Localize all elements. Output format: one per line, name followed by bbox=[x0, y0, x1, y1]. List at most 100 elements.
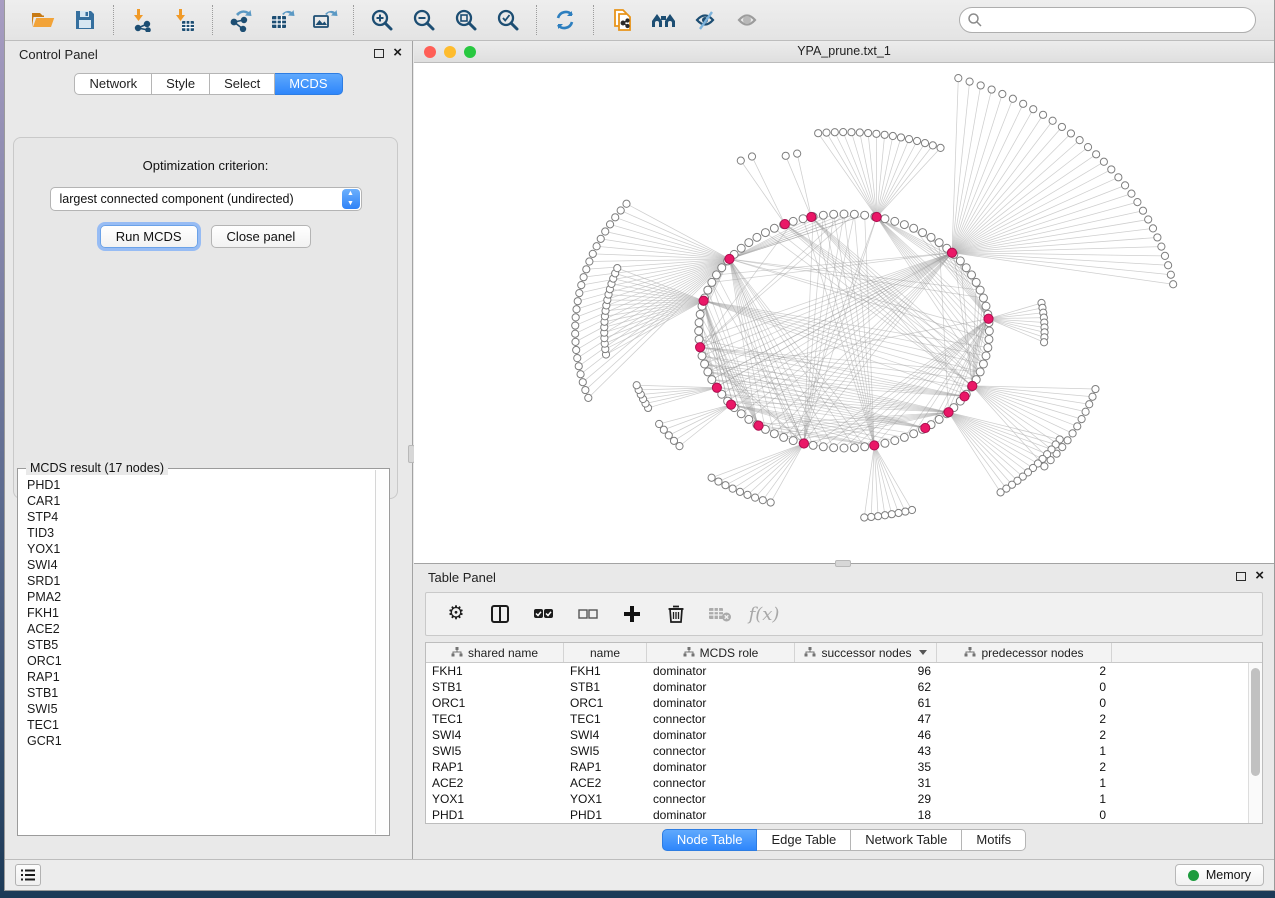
column-header-MCDS-role[interactable]: MCDS role bbox=[647, 643, 795, 662]
table-cell[interactable]: dominator bbox=[647, 696, 795, 710]
tab-select[interactable]: Select bbox=[210, 73, 275, 95]
optimization-select[interactable]: largest connected component (undirected)… bbox=[50, 187, 362, 211]
table-row[interactable]: TEC1TEC1connector472 bbox=[426, 711, 1248, 727]
table-cell[interactable]: dominator bbox=[647, 808, 795, 822]
table-cell[interactable]: ORC1 bbox=[564, 696, 647, 710]
mcds-result-item[interactable]: ORC1 bbox=[22, 653, 373, 669]
tab-network[interactable]: Network bbox=[74, 73, 152, 95]
mcds-result-item[interactable]: CAR1 bbox=[22, 493, 373, 509]
first-neighbors-button[interactable] bbox=[650, 6, 678, 34]
table-cell[interactable]: ACE2 bbox=[426, 776, 564, 790]
zoom-fit-button[interactable] bbox=[452, 6, 480, 34]
table-cell[interactable]: SWI4 bbox=[564, 728, 647, 742]
tab-edge-table[interactable]: Edge Table bbox=[757, 829, 851, 851]
mcds-result-item[interactable]: PHD1 bbox=[22, 477, 373, 493]
task-history-button[interactable] bbox=[15, 864, 41, 886]
table-cell[interactable]: 62 bbox=[795, 680, 937, 694]
table-cell[interactable]: RAP1 bbox=[426, 760, 564, 774]
mcds-result-item[interactable]: TID3 bbox=[22, 525, 373, 541]
mcds-result-item[interactable]: SWI5 bbox=[22, 701, 373, 717]
table-cell[interactable]: ORC1 bbox=[426, 696, 564, 710]
tab-motifs[interactable]: Motifs bbox=[962, 829, 1026, 851]
import-network-button[interactable] bbox=[128, 6, 156, 34]
mcds-result-item[interactable]: STB5 bbox=[22, 637, 373, 653]
float-table-panel-icon[interactable] bbox=[1236, 572, 1246, 581]
table-row[interactable]: ORC1ORC1dominator610 bbox=[426, 695, 1248, 711]
table-cell[interactable]: 1 bbox=[937, 776, 1112, 790]
close-panel-button[interactable]: Close panel bbox=[211, 225, 312, 248]
table-cell[interactable]: 0 bbox=[937, 696, 1112, 710]
export-network-button[interactable] bbox=[227, 6, 255, 34]
table-row[interactable]: SWI4SWI4dominator462 bbox=[426, 727, 1248, 743]
table-cell[interactable]: 18 bbox=[795, 808, 937, 822]
clone-network-button[interactable] bbox=[608, 6, 636, 34]
table-cell[interactable]: dominator bbox=[647, 760, 795, 774]
table-cell[interactable]: 2 bbox=[937, 712, 1112, 726]
select-all-columns-icon[interactable] bbox=[532, 602, 556, 626]
tab-mcds[interactable]: MCDS bbox=[275, 73, 342, 95]
mcds-result-item[interactable]: RAP1 bbox=[22, 669, 373, 685]
show-all-button[interactable] bbox=[734, 6, 762, 34]
network-canvas[interactable] bbox=[414, 63, 1274, 563]
table-cell[interactable]: 47 bbox=[795, 712, 937, 726]
table-row[interactable]: PHD1PHD1dominator180 bbox=[426, 807, 1248, 823]
tab-network-table[interactable]: Network Table bbox=[851, 829, 962, 851]
table-cell[interactable]: SWI4 bbox=[426, 728, 564, 742]
mcds-result-item[interactable]: STP4 bbox=[22, 509, 373, 525]
import-table-button[interactable] bbox=[170, 6, 198, 34]
mcds-result-item[interactable]: ACE2 bbox=[22, 621, 373, 637]
zoom-out-button[interactable] bbox=[410, 6, 438, 34]
zoom-selected-button[interactable] bbox=[494, 6, 522, 34]
table-cell[interactable]: 2 bbox=[937, 728, 1112, 742]
table-cell[interactable]: 35 bbox=[795, 760, 937, 774]
table-cell[interactable]: YOX1 bbox=[564, 792, 647, 806]
network-graph[interactable] bbox=[414, 63, 1274, 563]
table-cell[interactable]: 1 bbox=[937, 744, 1112, 758]
mcds-result-item[interactable]: FKH1 bbox=[22, 605, 373, 621]
table-cell[interactable]: 0 bbox=[937, 680, 1112, 694]
table-cell[interactable]: PHD1 bbox=[564, 808, 647, 822]
table-cell[interactable]: 46 bbox=[795, 728, 937, 742]
table-cell[interactable]: FKH1 bbox=[426, 664, 564, 678]
table-cell[interactable]: dominator bbox=[647, 728, 795, 742]
table-cell[interactable]: STB1 bbox=[564, 680, 647, 694]
mcds-result-item[interactable]: TEC1 bbox=[22, 717, 373, 733]
mcds-result-item[interactable]: PMA2 bbox=[22, 589, 373, 605]
mcds-result-item[interactable]: STB1 bbox=[22, 685, 373, 701]
column-header-shared-name[interactable]: shared name bbox=[426, 643, 564, 662]
table-cell[interactable]: SWI5 bbox=[426, 744, 564, 758]
table-cell[interactable]: 61 bbox=[795, 696, 937, 710]
export-image-button[interactable] bbox=[311, 6, 339, 34]
column-header-successor-nodes[interactable]: successor nodes bbox=[795, 643, 937, 662]
table-cell[interactable]: PHD1 bbox=[426, 808, 564, 822]
table-cell[interactable]: 29 bbox=[795, 792, 937, 806]
table-cell[interactable]: 2 bbox=[937, 760, 1112, 774]
mcds-result-item[interactable]: SRD1 bbox=[22, 573, 373, 589]
float-panel-icon[interactable] bbox=[374, 49, 384, 58]
table-row[interactable]: RAP1RAP1dominator352 bbox=[426, 759, 1248, 775]
table-cell[interactable]: dominator bbox=[647, 680, 795, 694]
column-header-name[interactable]: name bbox=[564, 643, 647, 662]
close-panel-icon[interactable]: × bbox=[393, 48, 402, 58]
table-cell[interactable]: SWI5 bbox=[564, 744, 647, 758]
search-input[interactable] bbox=[959, 7, 1256, 33]
table-cell[interactable]: 1 bbox=[937, 792, 1112, 806]
table-cell[interactable]: connector bbox=[647, 792, 795, 806]
hide-selected-button[interactable] bbox=[692, 6, 720, 34]
table-cell[interactable]: RAP1 bbox=[564, 760, 647, 774]
table-row[interactable]: YOX1YOX1connector291 bbox=[426, 791, 1248, 807]
minimize-window-icon[interactable] bbox=[444, 46, 456, 58]
mcds-scrollbar[interactable] bbox=[375, 470, 388, 834]
table-row[interactable]: FKH1FKH1dominator962 bbox=[426, 663, 1248, 679]
table-scrollbar-thumb[interactable] bbox=[1251, 668, 1260, 776]
table-cell[interactable]: STB1 bbox=[426, 680, 564, 694]
split-panel-icon[interactable] bbox=[488, 602, 512, 626]
table-cell[interactable]: 31 bbox=[795, 776, 937, 790]
table-cell[interactable]: 0 bbox=[937, 808, 1112, 822]
add-column-icon[interactable] bbox=[620, 602, 644, 626]
table-cell[interactable]: TEC1 bbox=[426, 712, 564, 726]
zoom-in-button[interactable] bbox=[368, 6, 396, 34]
maximize-window-icon[interactable] bbox=[464, 46, 476, 58]
deselect-all-columns-icon[interactable] bbox=[576, 602, 600, 626]
column-header-predecessor-nodes[interactable]: predecessor nodes bbox=[937, 643, 1112, 662]
